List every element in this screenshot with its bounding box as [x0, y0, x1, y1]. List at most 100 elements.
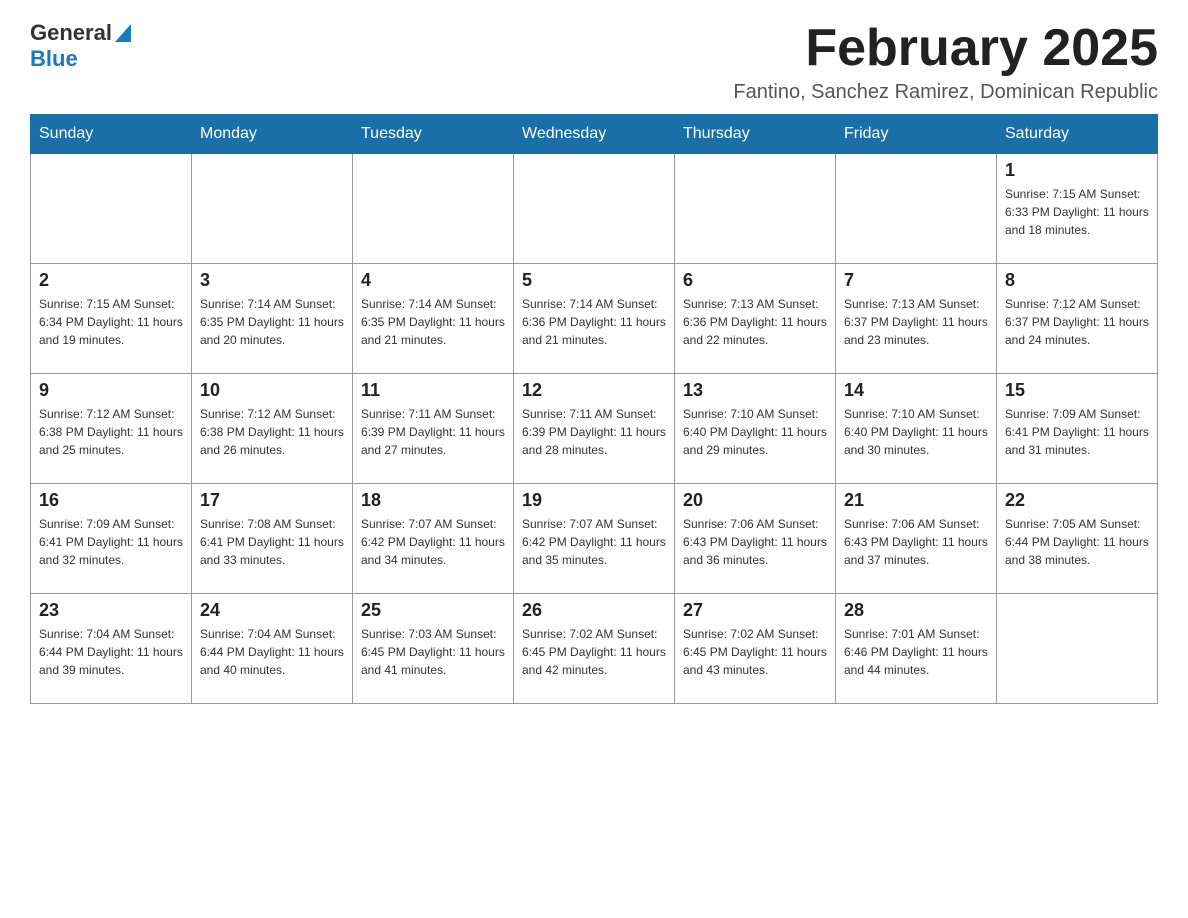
calendar-week-row: 16 Sunrise: 7:09 AM Sunset: 6:41 PM Dayli… [31, 484, 1158, 594]
calendar-day-cell: 23Sunrise: 7:04 AM Sunset: 6:44 PM Dayli… [31, 594, 192, 704]
calendar-day-cell: 6Sunrise: 7:13 AM Sunset: 6:36 PM Daylig… [675, 264, 836, 374]
day-info: Sunrise: 7:13 AM Sunset: 6:37 PM Dayligh… [844, 295, 988, 349]
logo-general-text: General [30, 20, 112, 46]
calendar-empty-cell [514, 154, 675, 264]
day-number: 11 [361, 380, 505, 401]
day-info: Sunrise: 7:03 AM Sunset: 6:45 PM Dayligh… [361, 625, 505, 679]
calendar-day-cell: 27Sunrise: 7:02 AM Sunset: 6:45 PM Dayli… [675, 594, 836, 704]
calendar-day-cell: 3 Sunrise: 7:14 AM Sunset: 6:35 PM Daylig… [192, 264, 353, 374]
calendar-day-cell: 13 Sunrise: 7:10 AM Sunset: 6:40 PM Dayli… [675, 374, 836, 484]
day-number: 9 [39, 380, 183, 401]
day-info: Sunrise: 7:10 AM Sunset: 6:40 PM Dayligh… [844, 405, 988, 459]
logo-arrow-icon [115, 24, 131, 42]
calendar-day-cell: 15 Sunrise: 7:09 AM Sunset: 6:41 PM Dayli… [997, 374, 1158, 484]
calendar-day-cell: 10Sunrise: 7:12 AM Sunset: 6:38 PM Dayli… [192, 374, 353, 484]
calendar-day-cell: 9 Sunrise: 7:12 AM Sunset: 6:38 PM Daylig… [31, 374, 192, 484]
calendar-day-cell: 24 Sunrise: 7:04 AM Sunset: 6:44 PM Dayli… [192, 594, 353, 704]
day-number: 1 [1005, 160, 1149, 181]
day-info: Sunrise: 7:11 AM Sunset: 6:39 PM Dayligh… [522, 405, 666, 459]
day-info: Sunrise: 7:09 AM Sunset: 6:41 PM Dayligh… [39, 515, 183, 569]
day-number: 10 [200, 380, 344, 401]
location-subtitle: Fantino, Sanchez Ramirez, Dominican Repu… [733, 81, 1158, 104]
day-info: Sunrise: 7:07 AM Sunset: 6:42 PM Dayligh… [522, 515, 666, 569]
calendar-day-cell: 1 Sunrise: 7:15 AM Sunset: 6:33 PM Daylig… [997, 154, 1158, 264]
day-info: Sunrise: 7:02 AM Sunset: 6:45 PM Dayligh… [522, 625, 666, 679]
day-info: Sunrise: 7:07 AM Sunset: 6:42 PM Dayligh… [361, 515, 505, 569]
day-info: Sunrise: 7:14 AM Sunset: 6:36 PM Dayligh… [522, 295, 666, 349]
day-info: Sunrise: 7:14 AM Sunset: 6:35 PM Dayligh… [200, 295, 344, 349]
day-info: Sunrise: 7:15 AM Sunset: 6:33 PM Dayligh… [1005, 185, 1149, 239]
day-info: Sunrise: 7:05 AM Sunset: 6:44 PM Dayligh… [1005, 515, 1149, 569]
weekday-header-saturday: Saturday [997, 115, 1158, 154]
calendar-day-cell: 4Sunrise: 7:14 AM Sunset: 6:35 PM Daylig… [353, 264, 514, 374]
calendar-week-row: 9 Sunrise: 7:12 AM Sunset: 6:38 PM Daylig… [31, 374, 1158, 484]
weekday-header-thursday: Thursday [675, 115, 836, 154]
day-number: 15 [1005, 380, 1149, 401]
calendar-day-cell: 16 Sunrise: 7:09 AM Sunset: 6:41 PM Dayli… [31, 484, 192, 594]
day-info: Sunrise: 7:06 AM Sunset: 6:43 PM Dayligh… [683, 515, 827, 569]
weekday-header-tuesday: Tuesday [353, 115, 514, 154]
calendar-empty-cell [675, 154, 836, 264]
day-number: 27 [683, 600, 827, 621]
day-number: 17 [200, 490, 344, 511]
calendar-week-row: 23Sunrise: 7:04 AM Sunset: 6:44 PM Dayli… [31, 594, 1158, 704]
title-section: February 2025 Fantino, Sanchez Ramirez, … [733, 20, 1158, 104]
day-number: 22 [1005, 490, 1149, 511]
calendar-day-cell: 5 Sunrise: 7:14 AM Sunset: 6:36 PM Daylig… [514, 264, 675, 374]
day-info: Sunrise: 7:15 AM Sunset: 6:34 PM Dayligh… [39, 295, 183, 349]
calendar-day-cell: 28 Sunrise: 7:01 AM Sunset: 6:46 PM Dayli… [836, 594, 997, 704]
day-info: Sunrise: 7:08 AM Sunset: 6:41 PM Dayligh… [200, 515, 344, 569]
day-number: 20 [683, 490, 827, 511]
calendar-empty-cell [31, 154, 192, 264]
calendar-day-cell: 18 Sunrise: 7:07 AM Sunset: 6:42 PM Dayli… [353, 484, 514, 594]
day-info: Sunrise: 7:01 AM Sunset: 6:46 PM Dayligh… [844, 625, 988, 679]
day-number: 28 [844, 600, 988, 621]
day-info: Sunrise: 7:14 AM Sunset: 6:35 PM Dayligh… [361, 295, 505, 349]
calendar-day-cell: 25 Sunrise: 7:03 AM Sunset: 6:45 PM Dayli… [353, 594, 514, 704]
day-number: 24 [200, 600, 344, 621]
day-number: 26 [522, 600, 666, 621]
day-number: 18 [361, 490, 505, 511]
calendar-empty-cell [353, 154, 514, 264]
day-number: 7 [844, 270, 988, 291]
day-number: 16 [39, 490, 183, 511]
day-info: Sunrise: 7:04 AM Sunset: 6:44 PM Dayligh… [39, 625, 183, 679]
day-info: Sunrise: 7:09 AM Sunset: 6:41 PM Dayligh… [1005, 405, 1149, 459]
day-number: 21 [844, 490, 988, 511]
calendar-week-row: 1 Sunrise: 7:15 AM Sunset: 6:33 PM Daylig… [31, 154, 1158, 264]
calendar-day-cell: 11 Sunrise: 7:11 AM Sunset: 6:39 PM Dayli… [353, 374, 514, 484]
calendar-empty-cell [836, 154, 997, 264]
calendar-day-cell: 21 Sunrise: 7:06 AM Sunset: 6:43 PM Dayli… [836, 484, 997, 594]
day-number: 13 [683, 380, 827, 401]
day-info: Sunrise: 7:11 AM Sunset: 6:39 PM Dayligh… [361, 405, 505, 459]
day-info: Sunrise: 7:13 AM Sunset: 6:36 PM Dayligh… [683, 295, 827, 349]
day-number: 2 [39, 270, 183, 291]
day-info: Sunrise: 7:10 AM Sunset: 6:40 PM Dayligh… [683, 405, 827, 459]
calendar-day-cell: 17 Sunrise: 7:08 AM Sunset: 6:41 PM Dayli… [192, 484, 353, 594]
logo-blue-text: Blue [30, 46, 78, 72]
calendar-day-cell: 7 Sunrise: 7:13 AM Sunset: 6:37 PM Daylig… [836, 264, 997, 374]
calendar-day-cell: 22 Sunrise: 7:05 AM Sunset: 6:44 PM Dayli… [997, 484, 1158, 594]
calendar-day-cell: 12 Sunrise: 7:11 AM Sunset: 6:39 PM Dayli… [514, 374, 675, 484]
day-info: Sunrise: 7:12 AM Sunset: 6:38 PM Dayligh… [39, 405, 183, 459]
day-number: 12 [522, 380, 666, 401]
day-number: 5 [522, 270, 666, 291]
weekday-header-monday: Monday [192, 115, 353, 154]
page-header: General Blue February 2025 Fantino, Sanc… [30, 20, 1158, 104]
weekday-header-sunday: Sunday [31, 115, 192, 154]
day-number: 8 [1005, 270, 1149, 291]
day-number: 14 [844, 380, 988, 401]
calendar-empty-cell [997, 594, 1158, 704]
calendar-empty-cell [192, 154, 353, 264]
calendar-day-cell: 2 Sunrise: 7:15 AM Sunset: 6:34 PM Daylig… [31, 264, 192, 374]
day-info: Sunrise: 7:04 AM Sunset: 6:44 PM Dayligh… [200, 625, 344, 679]
month-title: February 2025 [733, 20, 1158, 77]
calendar-day-cell: 26 Sunrise: 7:02 AM Sunset: 6:45 PM Dayli… [514, 594, 675, 704]
day-info: Sunrise: 7:06 AM Sunset: 6:43 PM Dayligh… [844, 515, 988, 569]
weekday-header-wednesday: Wednesday [514, 115, 675, 154]
calendar-week-row: 2 Sunrise: 7:15 AM Sunset: 6:34 PM Daylig… [31, 264, 1158, 374]
calendar-day-cell: 19 Sunrise: 7:07 AM Sunset: 6:42 PM Dayli… [514, 484, 675, 594]
day-number: 25 [361, 600, 505, 621]
day-number: 3 [200, 270, 344, 291]
day-number: 19 [522, 490, 666, 511]
